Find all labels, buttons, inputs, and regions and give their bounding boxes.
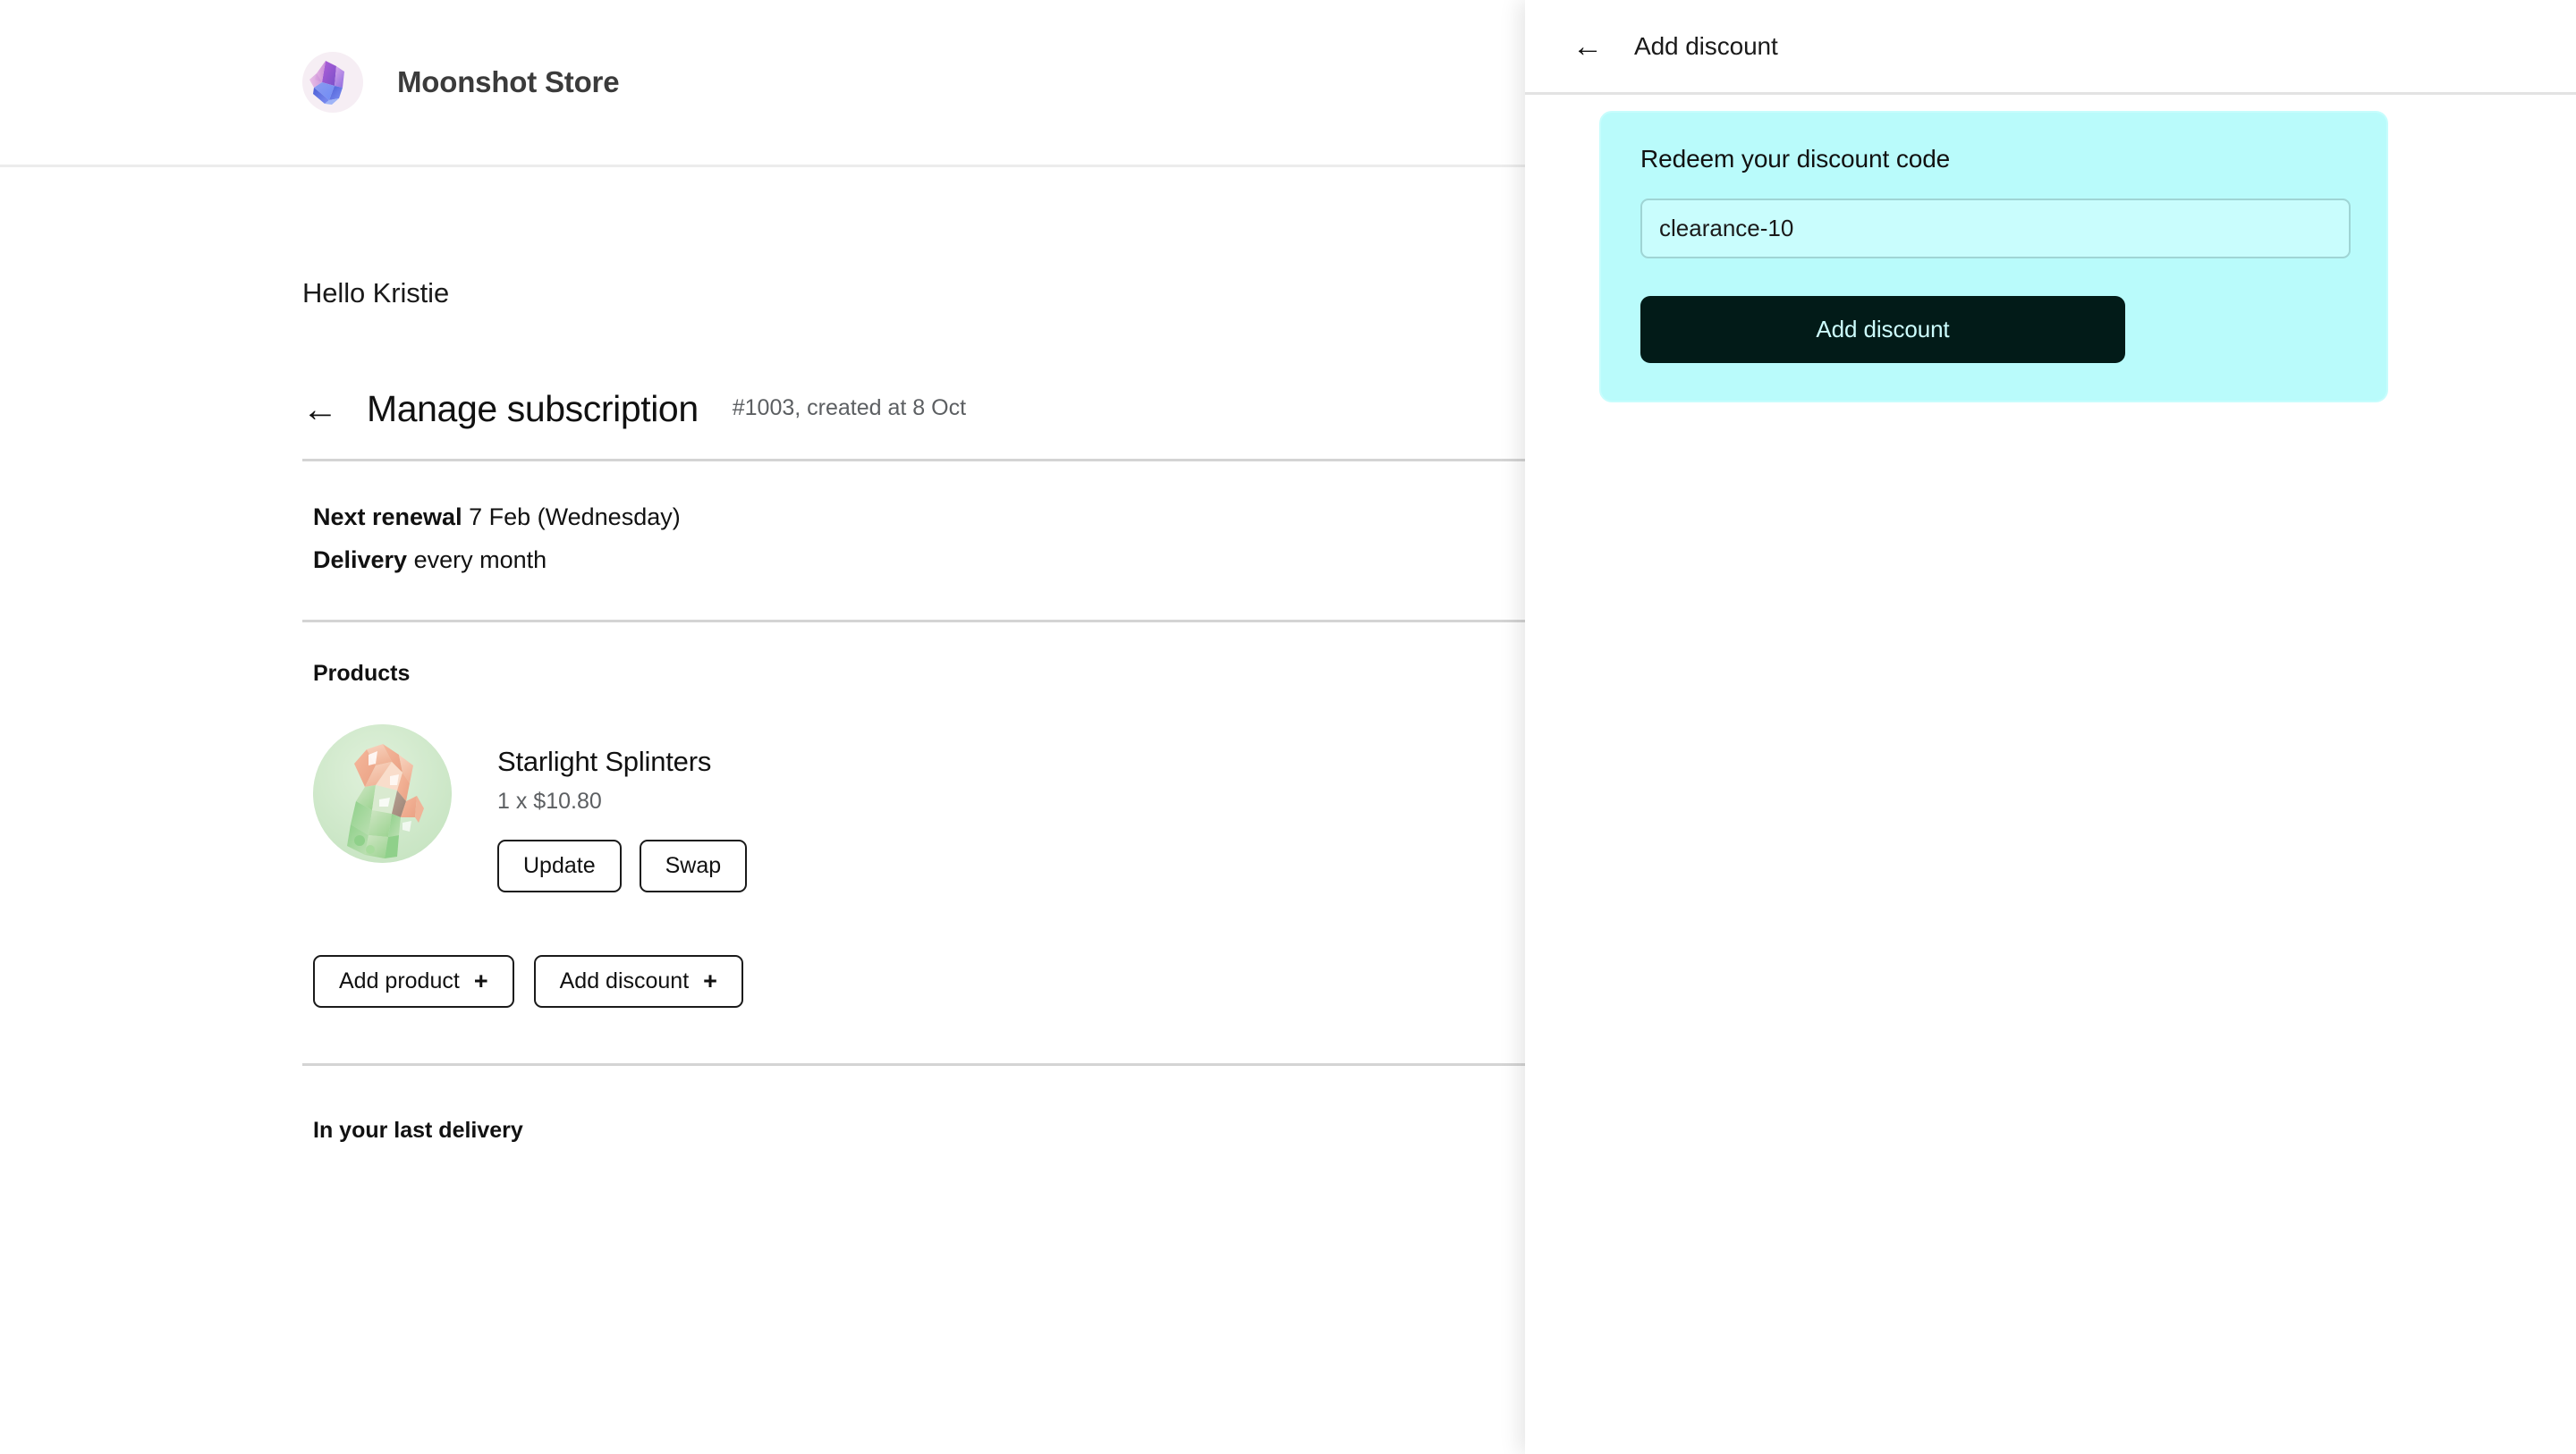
fact-value: 7 Feb (Wednesday) xyxy=(469,503,681,530)
add-discount-button[interactable]: Add discount + xyxy=(533,955,743,1009)
starlight-splinters-thumbnail-icon xyxy=(313,723,452,863)
update-button-label: Update xyxy=(523,852,596,878)
product-info: Starlight Splinters 1 x $10.80 Update Sw… xyxy=(497,724,748,893)
divider-above-last-delivery xyxy=(302,1063,1525,1067)
discount-code-input[interactable] xyxy=(1640,199,2351,258)
subscription-facts: Next renewal 7 Feb (Wednesday) Delivery … xyxy=(302,461,1525,577)
arrow-left-icon[interactable]: ← xyxy=(1572,31,1605,62)
add-discount-drawer: ← Add discount Redeem your discount code… xyxy=(1525,0,2576,1454)
add-product-button[interactable]: Add product + xyxy=(313,955,514,1009)
fact-next-renewal: Next renewal 7 Feb (Wednesday) xyxy=(313,501,1525,533)
submit-discount-button[interactable]: Add discount xyxy=(1640,296,2125,363)
last-delivery-heading: In your last delivery xyxy=(313,1118,523,1144)
page-title: Manage subscription xyxy=(367,388,699,429)
main-content: Hello Kristie ← Manage subscription #100… xyxy=(0,170,1525,1454)
redeem-discount-card: Redeem your discount code Add discount xyxy=(1599,111,2388,402)
update-button[interactable]: Update xyxy=(497,839,622,893)
fact-value: every month xyxy=(413,546,547,574)
swap-button-label: Swap xyxy=(665,852,722,878)
add-product-label: Add product xyxy=(339,968,460,994)
product-name: Starlight Splinters xyxy=(497,745,712,777)
swap-button[interactable]: Swap xyxy=(639,839,748,893)
fact-label: Delivery xyxy=(313,546,408,574)
crystal-gem-logo-icon xyxy=(302,52,363,113)
greeting-text: Hello Kristie xyxy=(302,277,450,309)
add-discount-label: Add discount xyxy=(559,968,690,994)
subscription-management-page: Moonshot Store Hello Kristie ← Manage su… xyxy=(0,0,2576,1454)
plus-icon: + xyxy=(473,968,488,995)
product-actions: Update Swap xyxy=(497,839,748,893)
plus-icon: + xyxy=(703,968,717,995)
divider-under-facts xyxy=(302,619,1525,622)
fact-label: Next renewal xyxy=(313,503,462,530)
product-price: 1 x $10.80 xyxy=(497,788,602,814)
subscription-meta: #1003, created at 8 Oct xyxy=(732,395,967,420)
redeem-discount-title: Redeem your discount code xyxy=(1640,145,1951,173)
arrow-left-icon[interactable]: ← xyxy=(302,392,340,427)
drawer-title: Add discount xyxy=(1634,31,1778,60)
products-heading: Products xyxy=(313,660,411,686)
add-actions: Add product + Add discount + xyxy=(302,955,1525,1009)
page-title-row: ← Manage subscription #1003, created at … xyxy=(302,388,1525,430)
product-list-item: Starlight Splinters 1 x $10.80 Update Sw… xyxy=(302,723,1525,893)
drawer-header: ← Add discount xyxy=(1525,0,2576,95)
fact-delivery: Delivery every month xyxy=(313,544,1525,576)
store-name: Moonshot Store xyxy=(397,65,620,98)
